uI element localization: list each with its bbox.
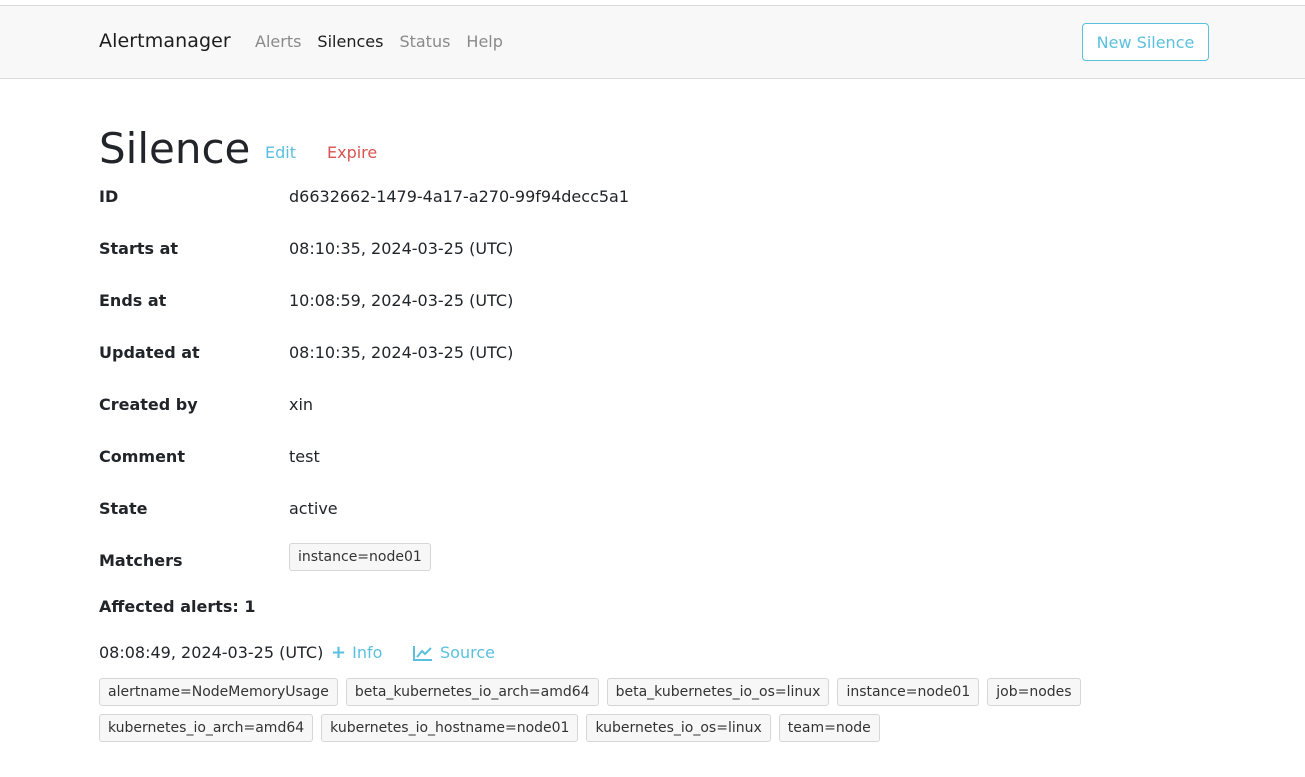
starts-at-value: 08:10:35, 2024-03-25 (UTC)	[289, 239, 514, 258]
affected-alerts-heading: Affected alerts: 1	[99, 597, 256, 616]
state-value: active	[289, 499, 338, 518]
label-tag[interactable]: beta_kubernetes_io_os=linux	[606, 678, 830, 706]
updated-at-value: 08:10:35, 2024-03-25 (UTC)	[289, 343, 514, 362]
label-tag[interactable]: kubernetes_io_arch=amd64	[99, 714, 314, 742]
info-label: Info	[352, 643, 383, 662]
info-button[interactable]: + Info	[331, 643, 382, 662]
label-tag[interactable]: alertname=NodeMemoryUsage	[99, 678, 338, 706]
updated-at-label: Updated at	[99, 343, 200, 362]
alert-labels-row-2: kubernetes_io_arch=amd64 kubernetes_io_h…	[99, 714, 880, 742]
nav-link-help[interactable]: Help	[466, 32, 502, 51]
line-chart-icon	[413, 645, 432, 661]
new-silence-button[interactable]: New Silence	[1082, 23, 1209, 61]
label-tag[interactable]: kubernetes_io_os=linux	[586, 714, 771, 742]
alert-time: 08:08:49, 2024-03-25 (UTC)	[99, 643, 324, 662]
starts-at-label: Starts at	[99, 239, 179, 258]
state-label: State	[99, 499, 148, 518]
nav-link-silences[interactable]: Silences	[317, 32, 383, 51]
label-tag[interactable]: kubernetes_io_hostname=node01	[321, 714, 579, 742]
ends-at-value: 10:08:59, 2024-03-25 (UTC)	[289, 291, 514, 310]
id-label: ID	[99, 187, 119, 206]
created-by-value: xin	[289, 395, 314, 414]
page-title: Silence	[99, 124, 251, 173]
edit-link[interactable]: Edit	[265, 143, 296, 162]
nav-link-alerts[interactable]: Alerts	[255, 32, 301, 51]
plus-icon: +	[331, 641, 347, 663]
navbar: Alertmanager Alerts Silences Status Help…	[0, 6, 1305, 79]
matcher-tag: instance=node01	[289, 543, 431, 571]
comment-value: test	[289, 447, 320, 466]
source-label: Source	[440, 643, 495, 662]
label-tag[interactable]: job=nodes	[987, 678, 1081, 706]
label-tag[interactable]: beta_kubernetes_io_arch=amd64	[345, 678, 599, 706]
alert-labels-row-1: alertname=NodeMemoryUsage beta_kubernete…	[99, 678, 1081, 706]
nav-link-status[interactable]: Status	[399, 32, 450, 51]
label-tag[interactable]: team=node	[778, 714, 880, 742]
expire-link[interactable]: Expire	[327, 143, 377, 162]
brand-logo[interactable]: Alertmanager	[99, 30, 231, 52]
source-button[interactable]: Source	[413, 643, 495, 662]
label-tag[interactable]: instance=node01	[837, 678, 980, 706]
matchers-label: Matchers	[99, 551, 183, 570]
comment-label: Comment	[99, 447, 185, 466]
nav-links: Alerts Silences Status Help	[255, 32, 503, 51]
id-value: d6632662-1479-4a17-a270-99f94decc5a1	[289, 187, 630, 206]
ends-at-label: Ends at	[99, 291, 167, 310]
created-by-label: Created by	[99, 395, 198, 414]
